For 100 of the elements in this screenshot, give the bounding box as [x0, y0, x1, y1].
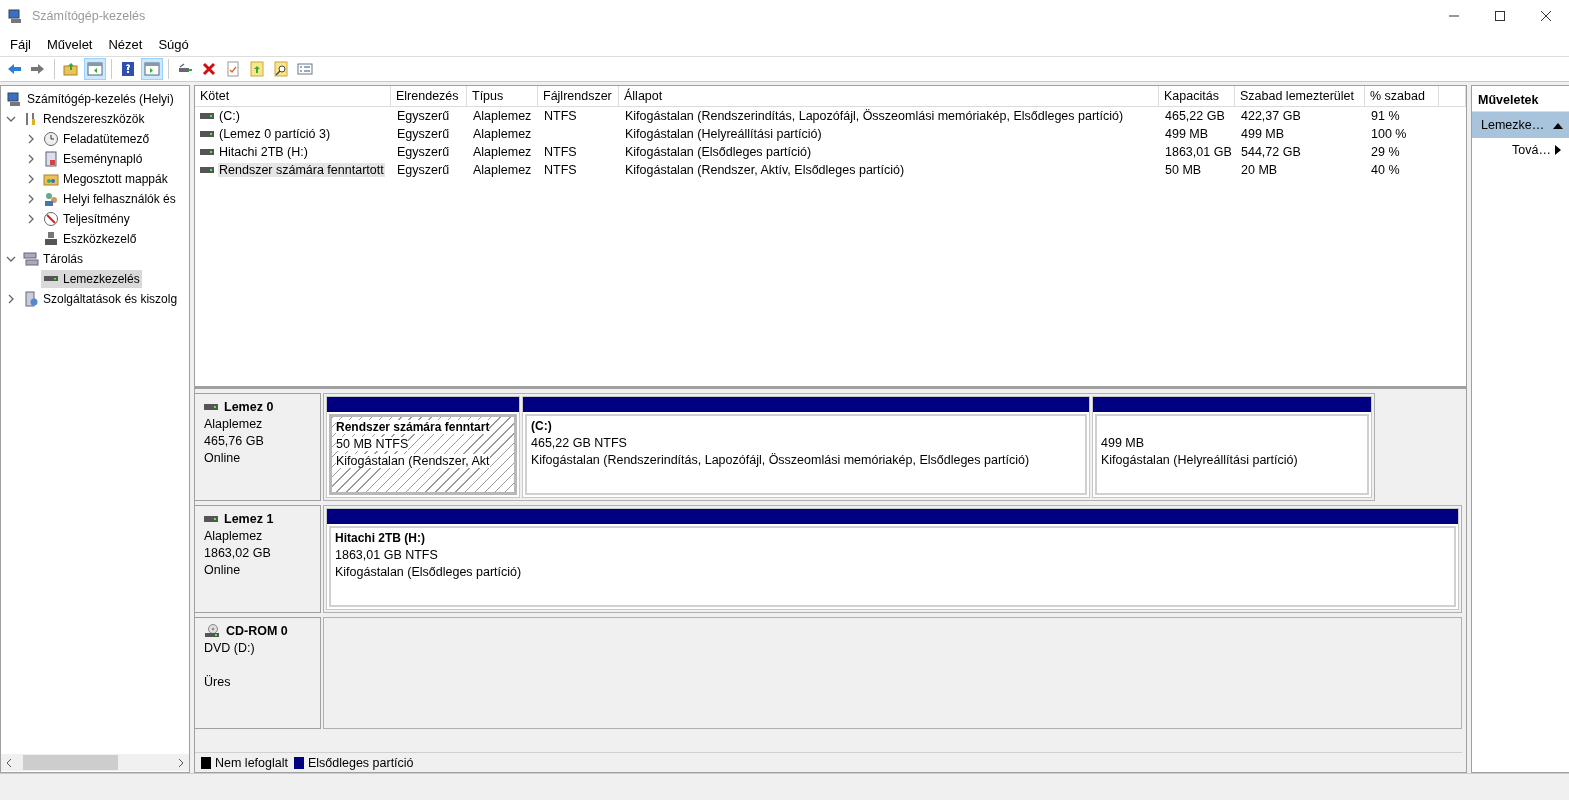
legend-label: Elsődleges partíció — [307, 755, 414, 770]
tree-item[interactable]: Teljesítmény — [41, 210, 132, 228]
app-icon — [8, 8, 24, 24]
table-cell: Alaplemez — [472, 163, 533, 177]
menu-item[interactable]: Súgó — [150, 34, 197, 54]
partition-block[interactable]: (C:) 465,22 GB NTFS Kifogástalan (Rendszerindítás, Lapozófájl, Összeomlási memóriakép, Elsődleges partíció) — [522, 396, 1090, 498]
disk-status: Online — [204, 451, 242, 465]
disk-type: Alaplemez — [204, 417, 264, 431]
tree-item[interactable]: Helyi felhasználók és — [41, 190, 178, 208]
table-cell: 91 % — [1370, 109, 1401, 123]
table-cell: 499 MB — [1240, 127, 1286, 141]
column-header[interactable]: Típus — [467, 86, 538, 107]
horizontal-scrollbar[interactable] — [1, 754, 189, 771]
menu-item[interactable]: Művelet — [38, 34, 101, 54]
column-header[interactable]: Elrendezés — [391, 86, 467, 107]
partition-area[interactable]: Hitachi 2TB (H:) 1863,01 GB NTFS Kifogástalan (Elsődleges partíció) — [329, 526, 1456, 607]
tree-item[interactable]: Szolgáltatások és kiszolg — [21, 290, 180, 308]
disk-name: Lemez 0 — [224, 400, 274, 414]
tree-item[interactable]: Eseménynapló — [41, 150, 145, 168]
table-cell[interactable]: Hitachi 2TB (H:) — [218, 145, 309, 159]
drive-icon — [200, 166, 214, 174]
partition-size: 50 MB NTFS — [336, 437, 409, 451]
action-item[interactable]: Tová… — [1472, 138, 1569, 162]
disk-label-panel[interactable]: Lemez 0 Alaplemez 465,76 GB Online — [195, 393, 321, 501]
disk-type: DVD (D:) — [204, 641, 256, 655]
disk-name: CD-ROM 0 — [226, 624, 288, 638]
legend-label: Nem lefoglalt — [215, 755, 288, 770]
table-cell: 50 MB — [1164, 163, 1203, 177]
help-icon — [120, 61, 136, 77]
table-cell: 1863,01 GB — [1164, 145, 1233, 159]
column-header[interactable]: Szabad lemezterület — [1235, 86, 1365, 107]
table-cell: Alaplemez — [472, 109, 533, 123]
column-header[interactable]: % szabad — [1365, 86, 1439, 107]
partition-status: Kifogástalan (Rendszerindítás, Lapozófájl, Összeomlási memóriakép, Elsődleges partíció) — [531, 453, 1030, 467]
column-header[interactable]: Kapacitás — [1159, 86, 1235, 107]
disk-label-panel[interactable]: Lemez 1 Alaplemez 1863,02 GB Online — [195, 505, 321, 613]
partition-size: 465,22 GB NTFS — [531, 436, 627, 450]
document-check-icon — [225, 61, 241, 77]
partition-block[interactable]: 499 MB Kifogástalan (Helyreállítási partíció) — [1092, 396, 1372, 498]
collapse-icon — [1553, 121, 1563, 129]
table-cell: Alaplemez — [472, 127, 533, 141]
table-cell: 465,22 GB — [1164, 109, 1226, 123]
window-title: Számítógép-kezelés — [32, 9, 147, 23]
partition-title: (C:) — [531, 419, 552, 433]
partition-block[interactable]: Hitachi 2TB (H:) 1863,01 GB NTFS Kifogástalan (Elsődleges partíció) — [326, 508, 1459, 610]
tree-item[interactable]: Tárolás — [21, 250, 85, 268]
panel-toggle-icon — [87, 61, 103, 77]
close-icon — [1541, 11, 1551, 21]
users-icon — [43, 191, 59, 207]
storage-icon — [23, 251, 39, 267]
tree-item[interactable]: Eszközkezelő — [41, 230, 139, 248]
back-arrow-icon — [6, 61, 22, 77]
partition-status: Kifogástalan (Rendszer, Akt — [336, 454, 490, 468]
table-cell: Egyszerű — [396, 109, 451, 123]
maximize-icon — [1495, 11, 1505, 21]
table-cell: Egyszerű — [396, 163, 451, 177]
device-icon — [43, 231, 59, 247]
column-header[interactable]: Kötet — [195, 86, 391, 107]
clock-icon — [43, 131, 59, 147]
partition-block[interactable]: Rendszer számára fenntart 50 MB NTFS Kifogástalan (Rendszer, Akt — [326, 396, 520, 498]
folder-up-icon — [63, 61, 79, 77]
partition-area[interactable]: (C:) 465,22 GB NTFS Kifogástalan (Rendszerindítás, Lapozófájl, Összeomlási memóriakép, Elsődleges partíció) — [525, 414, 1087, 495]
drive-icon — [200, 148, 214, 156]
delete-icon — [201, 61, 217, 77]
table-cell: Egyszerű — [396, 145, 451, 159]
partition-status: Kifogástalan (Elsődleges partíció) — [335, 565, 522, 579]
tree-item[interactable]: Rendszereszközök — [21, 110, 147, 128]
menu-item[interactable]: Nézet — [100, 34, 151, 54]
tree-item[interactable]: Számítógép-kezelés (Helyi) — [5, 90, 176, 108]
tree-item[interactable]: Megosztott mappák — [41, 170, 170, 188]
panel-toggle-icon — [144, 61, 160, 77]
partition-size: 1863,01 GB NTFS — [335, 548, 438, 562]
table-cell[interactable]: (C:) — [218, 109, 241, 123]
tree-item[interactable]: Feladatütemező — [41, 130, 152, 148]
table-cell: NTFS — [543, 163, 578, 177]
search-icon — [273, 61, 289, 77]
partition-area[interactable]: 499 MB Kifogástalan (Helyreállítási partíció) — [1095, 414, 1369, 495]
actions-section[interactable]: Lemezke… — [1472, 112, 1569, 138]
table-cell[interactable]: (Lemez 0 partíció 3) — [218, 127, 332, 141]
menu-item[interactable]: Fájl — [2, 34, 39, 54]
submenu-arrow-icon — [1555, 145, 1561, 155]
tree-item[interactable]: Lemezkezelés — [41, 270, 142, 288]
partition-size: 499 MB — [1101, 436, 1145, 450]
partition-area[interactable]: Rendszer számára fenntart 50 MB NTFS Kifogástalan (Rendszer, Akt — [329, 414, 517, 495]
table-cell: 422,37 GB — [1240, 109, 1302, 123]
drive-icon — [200, 112, 214, 120]
disk-size: 1863,02 GB — [204, 546, 272, 560]
disk-label-panel[interactable]: CD-ROM 0 DVD (D:) Üres — [195, 617, 321, 729]
table-cell[interactable]: Rendszer számára fenntartott — [218, 163, 385, 177]
log-book-icon — [43, 151, 59, 167]
computer-icon — [7, 91, 23, 107]
header-filler — [1439, 86, 1466, 107]
column-header[interactable]: Fájlrendszer — [538, 86, 619, 107]
partition-status: Kifogástalan (Helyreállítási partíció) — [1101, 453, 1298, 467]
disk-type: Alaplemez — [204, 529, 264, 543]
table-cell: 29 % — [1370, 145, 1401, 159]
table-cell: 20 MB — [1240, 163, 1279, 177]
column-header[interactable]: Állapot — [619, 86, 1159, 107]
table-cell: Alaplemez — [472, 145, 533, 159]
table-cell: Kifogástalan (Rendszer, Aktív, Elsődleges partíció) — [624, 163, 906, 177]
